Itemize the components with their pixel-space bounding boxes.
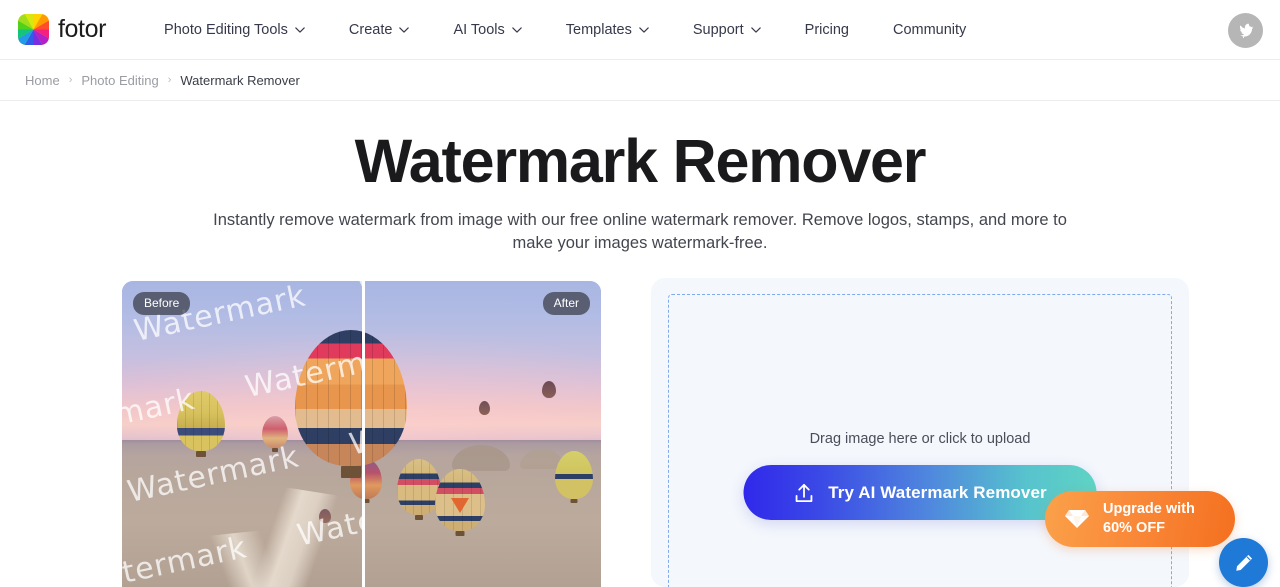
upgrade-line-2: 60% OFF <box>1103 520 1166 536</box>
breadcrumb: Home › Photo Editing › Watermark Remover <box>0 61 1280 101</box>
upgrade-promo-text: Upgrade with 60% OFF <box>1103 500 1195 538</box>
chevron-down-icon <box>295 26 305 33</box>
hot-air-balloon <box>555 451 593 503</box>
before-after-comparison[interactable]: Watermark Watermark Watermark Watermark … <box>122 281 601 587</box>
site-header: fotor Photo Editing Tools Create AI Tool… <box>0 0 1280 60</box>
hot-air-balloon <box>479 401 490 415</box>
chevron-down-icon <box>750 26 761 33</box>
nav-label: Photo Editing Tools <box>164 21 288 38</box>
hot-air-balloon <box>542 381 556 398</box>
page-root: fotor Photo Editing Tools Create AI Tool… <box>0 0 1280 587</box>
breadcrumb-item-watermark-remover: Watermark Remover <box>180 73 300 88</box>
nav-label: Create <box>348 21 393 38</box>
breadcrumb-item-photo-editing[interactable]: Photo Editing <box>81 73 158 88</box>
pencil-edit-icon <box>1235 554 1252 571</box>
breadcrumb-separator-icon: › <box>167 73 172 86</box>
hot-air-balloon <box>435 469 485 536</box>
dropzone-hint-text: Drag image here or click to upload <box>809 431 1031 447</box>
nav-item-ai-tools[interactable]: AI Tools <box>431 0 543 60</box>
nav-label: Templates <box>565 21 632 38</box>
nav-label: Pricing <box>804 21 849 38</box>
avatar[interactable] <box>1228 13 1263 48</box>
watermark-text: Watermark <box>346 392 363 463</box>
upload-icon <box>795 483 813 502</box>
watermark-tile-layer: Watermark Watermark Watermark Watermark … <box>122 281 363 587</box>
nav-item-create[interactable]: Create <box>327 0 432 60</box>
nav-item-community[interactable]: Community <box>871 0 988 60</box>
watermark-text: Watermark <box>124 439 303 510</box>
try-ai-watermark-remover-button[interactable]: Try AI Watermark Remover <box>743 465 1097 520</box>
nav-label: Support <box>692 21 744 38</box>
page-title: Watermark Remover <box>354 127 927 195</box>
diamond-icon <box>1065 510 1089 528</box>
brand-name: fotor <box>58 15 107 43</box>
nav-item-support[interactable]: Support <box>671 0 783 60</box>
after-label-badge: After <box>542 292 590 315</box>
nav-item-photo-editing-tools[interactable]: Photo Editing Tools <box>142 0 327 60</box>
cta-label: Try AI Watermark Remover <box>828 482 1047 502</box>
main-nav: Photo Editing Tools Create AI Tools Temp… <box>142 0 988 60</box>
fotor-color-wheel-logo <box>18 14 49 45</box>
breadcrumb-separator-icon: › <box>68 73 73 86</box>
watermark-text: Watermark <box>122 381 199 453</box>
watermark-text: Watermark <box>122 530 251 587</box>
watermark-text: Watermark <box>294 483 363 554</box>
nav-label: Community <box>892 21 967 38</box>
upgrade-line-1: Upgrade with <box>1103 501 1195 518</box>
nav-item-pricing[interactable]: Pricing <box>783 0 871 60</box>
before-half-watermark-overlay: Watermark Watermark Watermark Watermark … <box>122 281 363 587</box>
chevron-down-icon <box>399 26 410 33</box>
nav-label: AI Tools <box>453 21 505 38</box>
comparison-divider <box>362 281 365 587</box>
nav-item-templates[interactable]: Templates <box>544 0 671 60</box>
chevron-down-icon <box>512 26 522 33</box>
bird-avatar-icon <box>1239 23 1254 39</box>
page-subtitle: Instantly remove watermark from image wi… <box>213 211 1067 253</box>
before-label-badge: Before <box>133 292 191 315</box>
breadcrumb-item-home[interactable]: Home <box>25 73 60 88</box>
chevron-down-icon <box>639 26 649 33</box>
brand-logo-link[interactable]: fotor <box>18 14 106 45</box>
watermark-text: Watermark <box>242 334 363 406</box>
edit-fab-button[interactable] <box>1219 538 1268 587</box>
watermark-text: Watermark <box>122 281 205 291</box>
upgrade-promo-button[interactable]: Upgrade with 60% OFF <box>1045 491 1235 547</box>
